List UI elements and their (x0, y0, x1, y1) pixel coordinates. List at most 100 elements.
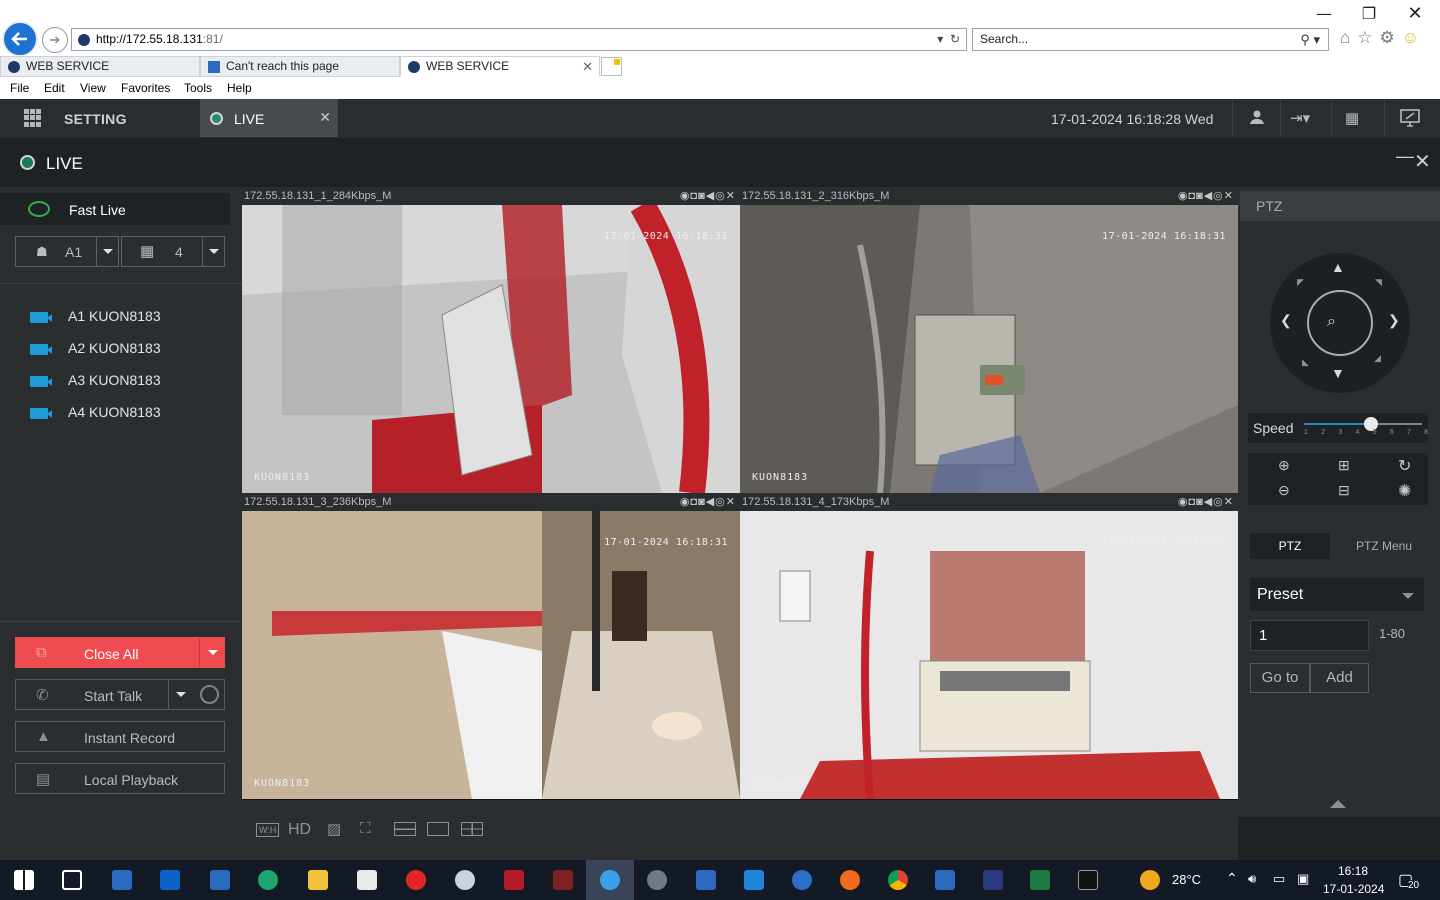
single-view-icon[interactable] (427, 822, 449, 836)
fast-live-header[interactable]: Fast Live (0, 193, 230, 225)
vc-app-icon[interactable] (744, 870, 764, 890)
ptz-left-button[interactable]: ❮ (1280, 312, 1292, 329)
app-red-icon[interactable] (406, 870, 426, 890)
app-satellite-icon[interactable] (455, 870, 475, 890)
qr-code-icon[interactable]: ▦ (1345, 109, 1359, 127)
close-window-button[interactable]: ✕ (1400, 3, 1430, 24)
tab-ptz-menu[interactable]: PTZ Menu (1334, 533, 1434, 559)
menu-edit[interactable]: Edit (44, 81, 65, 95)
user-icon[interactable] (1249, 109, 1265, 129)
talk-status-icon[interactable] (200, 685, 219, 704)
edge-icon[interactable] (258, 870, 278, 890)
task-view-icon[interactable] (62, 870, 82, 890)
preset-select[interactable]: Preset (1250, 578, 1424, 611)
app-purple-icon[interactable] (983, 870, 1003, 890)
instant-record-button[interactable]: ▲ Instant Record (15, 721, 225, 752)
goto-button[interactable]: Go to (1250, 663, 1310, 693)
video-controls-icons[interactable]: ◉◘◙◀◎✕ (1178, 493, 1234, 511)
search-icon[interactable]: ⚲ ▾ (1300, 29, 1320, 50)
video-controls-icons[interactable]: ◉◘◙◀◎✕ (1178, 187, 1234, 205)
speed-slider[interactable] (1304, 417, 1422, 431)
internet-explorer-icon[interactable] (600, 870, 620, 890)
app-box-icon[interactable] (504, 870, 524, 890)
aspect-ratio-button[interactable]: W:H (256, 823, 280, 837)
back-button[interactable] (2, 21, 38, 57)
chevron-down-icon[interactable] (168, 680, 192, 709)
language-icon[interactable]: ▣ (1297, 871, 1309, 887)
address-bar[interactable]: http://172.55.18.131:81/ ▾ ↻ (71, 28, 967, 51)
outlook-icon[interactable] (160, 870, 180, 890)
menu-help[interactable]: Help (227, 81, 252, 95)
zoom-out-icon[interactable]: ⊖ (1278, 482, 1290, 499)
ptz-up-left-button[interactable]: ◤ (1297, 277, 1304, 288)
firefox-icon[interactable] (840, 870, 860, 890)
camera-item-a2[interactable]: A2 KUON8183 (0, 337, 242, 369)
camera-item-a4[interactable]: A4 KUON8183 (0, 401, 242, 433)
setting-menu[interactable]: SETTING (64, 111, 127, 127)
quad-view-icon[interactable] (461, 822, 483, 836)
start-talk-button[interactable]: ✆ Start Talk (15, 679, 225, 710)
volume-icon[interactable]: 🔊︎ (1248, 871, 1256, 887)
focus-near-icon[interactable]: ⊞ (1338, 457, 1350, 474)
settings-app-icon[interactable] (647, 870, 667, 890)
close-tab-icon[interactable]: ✕ (582, 57, 593, 76)
minimize-button[interactable]: — (1309, 4, 1339, 23)
forward-button[interactable]: ➔ (42, 27, 68, 53)
local-playback-button[interactable]: ▤ Local Playback (15, 763, 225, 794)
gear-icon[interactable]: ⚙ (1380, 28, 1402, 47)
start-windows-icon[interactable] (14, 870, 34, 890)
ptz-up-right-button[interactable]: ◥ (1375, 277, 1382, 288)
chevron-down-icon[interactable] (199, 638, 224, 667)
fit-screen-icon[interactable]: ⛶ (360, 820, 371, 837)
close-all-button[interactable]: ⧉ Close All (15, 637, 225, 668)
close-panel-button[interactable]: ✕ (1414, 149, 1431, 174)
collapse-up-icon[interactable] (1330, 800, 1346, 808)
terminal-icon[interactable] (1078, 870, 1098, 890)
video-cell-1[interactable]: 172.55.18.131_1_284Kbps_M ◉◘◙◀◎✕ 17-01-2… (242, 187, 740, 493)
new-tab-button[interactable] (601, 57, 622, 76)
ptz-right-button[interactable]: ❯ (1388, 312, 1400, 329)
video-controls-icons[interactable]: ◉◘◙◀◎✕ (680, 493, 736, 511)
tab-live[interactable]: LIVE ✕ (200, 99, 338, 137)
zoom-in-icon[interactable]: ⊕ (1278, 457, 1290, 474)
menu-favorites[interactable]: Favorites (121, 81, 170, 95)
app-blue-icon[interactable] (792, 870, 812, 890)
video-cell-4[interactable]: 172.55.18.131_4_173Kbps_M ◉◘◙◀◎✕ 17-01-2… (740, 493, 1238, 799)
file-explorer-icon[interactable] (308, 870, 328, 890)
app-window-icon[interactable] (112, 870, 132, 890)
minimize-panel-button[interactable]: — (1396, 146, 1414, 167)
app-window-icon[interactable] (696, 870, 716, 890)
preset-number-input[interactable]: 1 (1250, 620, 1369, 651)
hd-button[interactable]: HD (288, 821, 311, 839)
chrome-icon[interactable] (888, 870, 908, 890)
favorites-star-icon[interactable]: ☆ (1357, 28, 1379, 47)
tab-web-service-1[interactable]: WEB SERVICE (0, 56, 200, 77)
ptz-up-button[interactable]: ▲ (1331, 259, 1345, 275)
ptz-down-left-button[interactable]: ◣ (1302, 357, 1309, 368)
chevron-up-icon[interactable]: ⌃ (1226, 870, 1238, 887)
video-cell-2[interactable]: 172.55.18.131_2_316Kbps_M ◉◘◙◀◎✕ 17-01-2… (740, 187, 1238, 493)
fullscreen-monitor-icon[interactable] (1400, 109, 1420, 131)
store-icon[interactable] (357, 870, 377, 890)
weather-icon[interactable] (1140, 870, 1160, 890)
restore-button[interactable]: ❐ (1354, 4, 1384, 23)
menu-tools[interactable]: Tools (184, 81, 212, 95)
refresh-icon[interactable]: ▾ ↻ (937, 29, 960, 50)
home-icon[interactable]: ⌂ (1340, 28, 1357, 47)
compare-icon[interactable]: ▨ (327, 820, 341, 838)
network-icon[interactable]: ▭ (1273, 871, 1285, 887)
rotate-icon[interactable]: ↻ (1398, 456, 1411, 476)
ptz-center[interactable] (1307, 290, 1373, 356)
ptz-down-right-button[interactable]: ◢ (1374, 353, 1381, 364)
app-window-icon[interactable] (935, 870, 955, 890)
excel-icon[interactable] (1030, 870, 1050, 890)
video-controls-icons[interactable]: ◉◘◙◀◎✕ (680, 187, 736, 205)
window-mode-icon[interactable] (394, 822, 416, 836)
focus-far-icon[interactable]: ⊟ (1338, 482, 1350, 499)
app-tool-icon[interactable] (553, 870, 573, 890)
menu-view[interactable]: View (80, 81, 106, 95)
tab-ptz[interactable]: PTZ (1250, 533, 1330, 559)
ptz-down-button[interactable]: ▼ (1331, 365, 1345, 381)
search-input[interactable]: Search... ⚲ ▾ (972, 28, 1329, 51)
tab-cant-reach[interactable]: Can't reach this page (200, 56, 400, 77)
